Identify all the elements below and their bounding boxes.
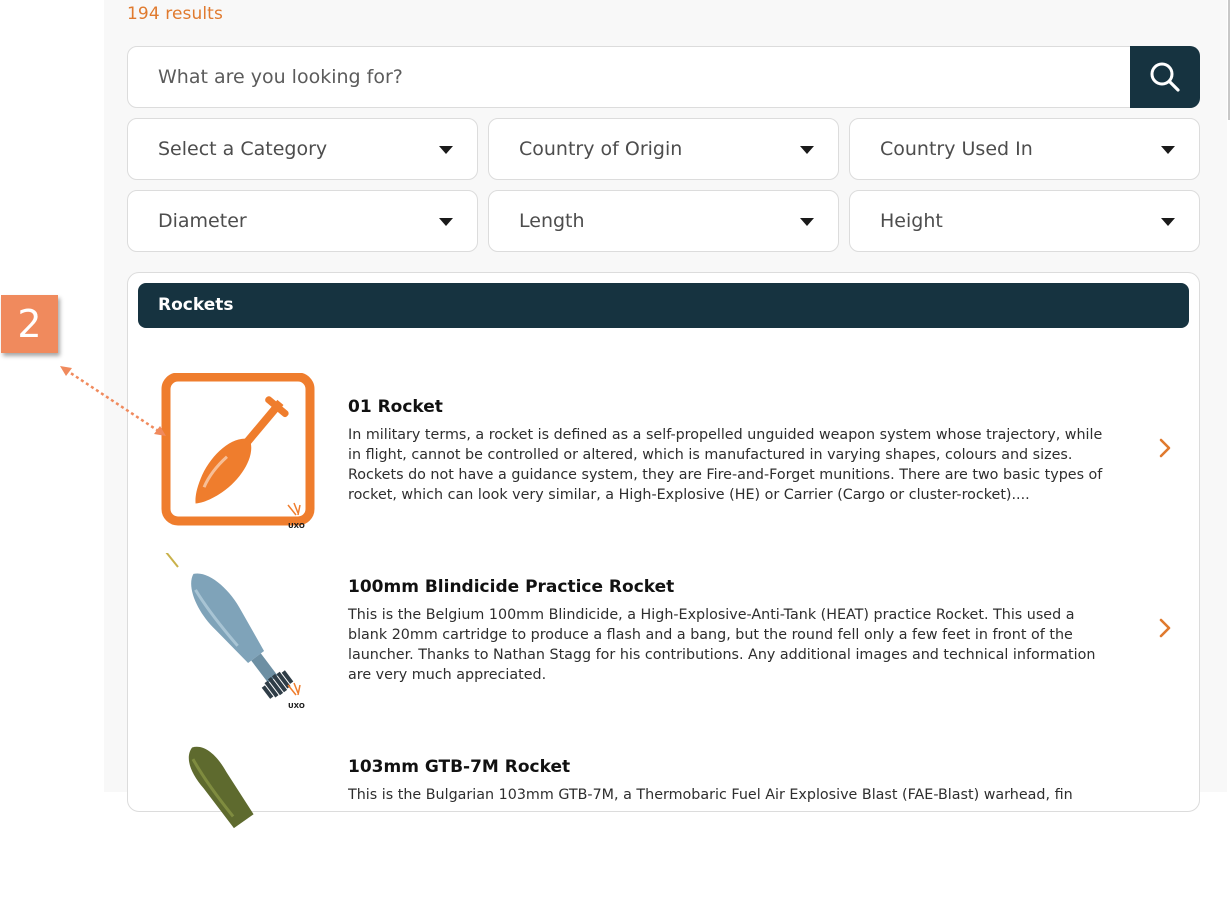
search-input[interactable] — [128, 47, 1128, 107]
item-description: This is the Bulgarian 103mm GTB-7M, a Th… — [348, 787, 1073, 803]
item-title[interactable]: 01 Rocket — [348, 397, 443, 417]
search-bar — [127, 46, 1200, 108]
item-description: In military terms, a rocket is defined a… — [348, 427, 1103, 503]
chevron-right-icon[interactable] — [1158, 617, 1172, 639]
rocket-image: UXO — [165, 553, 305, 710]
callout-arrow — [60, 366, 166, 436]
chevron-right-icon[interactable] — [1158, 437, 1172, 459]
rocket-placeholder-icon: UXO — [161, 373, 315, 530]
caret-down-icon — [1161, 146, 1175, 154]
diameter-label: Diameter — [158, 210, 247, 232]
caret-down-icon — [800, 218, 814, 226]
list-item[interactable]: 103mm GTB-7M Rocket This is the Bulgaria… — [128, 733, 1199, 903]
section-title: Rockets — [158, 295, 234, 315]
caret-down-icon — [800, 146, 814, 154]
scrollbar-thumb[interactable] — [1228, 0, 1230, 120]
country-of-origin-label: Country of Origin — [519, 138, 683, 160]
rocket-image — [188, 746, 254, 829]
diameter-select[interactable]: Diameter — [127, 190, 478, 252]
caret-down-icon — [439, 146, 453, 154]
item-title[interactable]: 100mm Blindicide Practice Rocket — [348, 577, 674, 597]
height-select[interactable]: Height — [849, 190, 1200, 252]
results-list: Rockets UXO 01 Rocket In military terms,… — [127, 272, 1200, 829]
scrollbar[interactable] — [1227, 0, 1231, 792]
search-button[interactable] — [1130, 46, 1200, 108]
search-icon — [1150, 62, 1180, 92]
results-count: 194 results — [127, 4, 223, 24]
caret-down-icon — [1161, 218, 1175, 226]
uxo-logo: UXO — [287, 682, 305, 710]
list-item[interactable]: UXO 100mm Blindicide Practice Rocket Thi… — [128, 553, 1199, 723]
length-label: Length — [519, 210, 585, 232]
category-select[interactable]: Select a Category — [127, 118, 478, 180]
country-of-origin-select[interactable]: Country of Origin — [488, 118, 839, 180]
svg-text:UXO: UXO — [288, 702, 305, 710]
section-header: Rockets — [138, 283, 1189, 328]
country-used-in-select[interactable]: Country Used In — [849, 118, 1200, 180]
length-select[interactable]: Length — [488, 190, 839, 252]
country-used-in-label: Country Used In — [880, 138, 1033, 160]
caret-down-icon — [439, 218, 453, 226]
item-title[interactable]: 103mm GTB-7M Rocket — [348, 757, 570, 777]
list-item[interactable]: UXO 01 Rocket In military terms, a rocke… — [128, 373, 1199, 543]
svg-text:UXO: UXO — [288, 522, 305, 530]
item-description: This is the Belgium 100mm Blindicide, a … — [348, 607, 1096, 683]
callout-number: 2 — [17, 302, 42, 346]
height-label: Height — [880, 210, 943, 232]
category-select-label: Select a Category — [158, 138, 328, 160]
callout-badge: 2 — [1, 295, 58, 353]
